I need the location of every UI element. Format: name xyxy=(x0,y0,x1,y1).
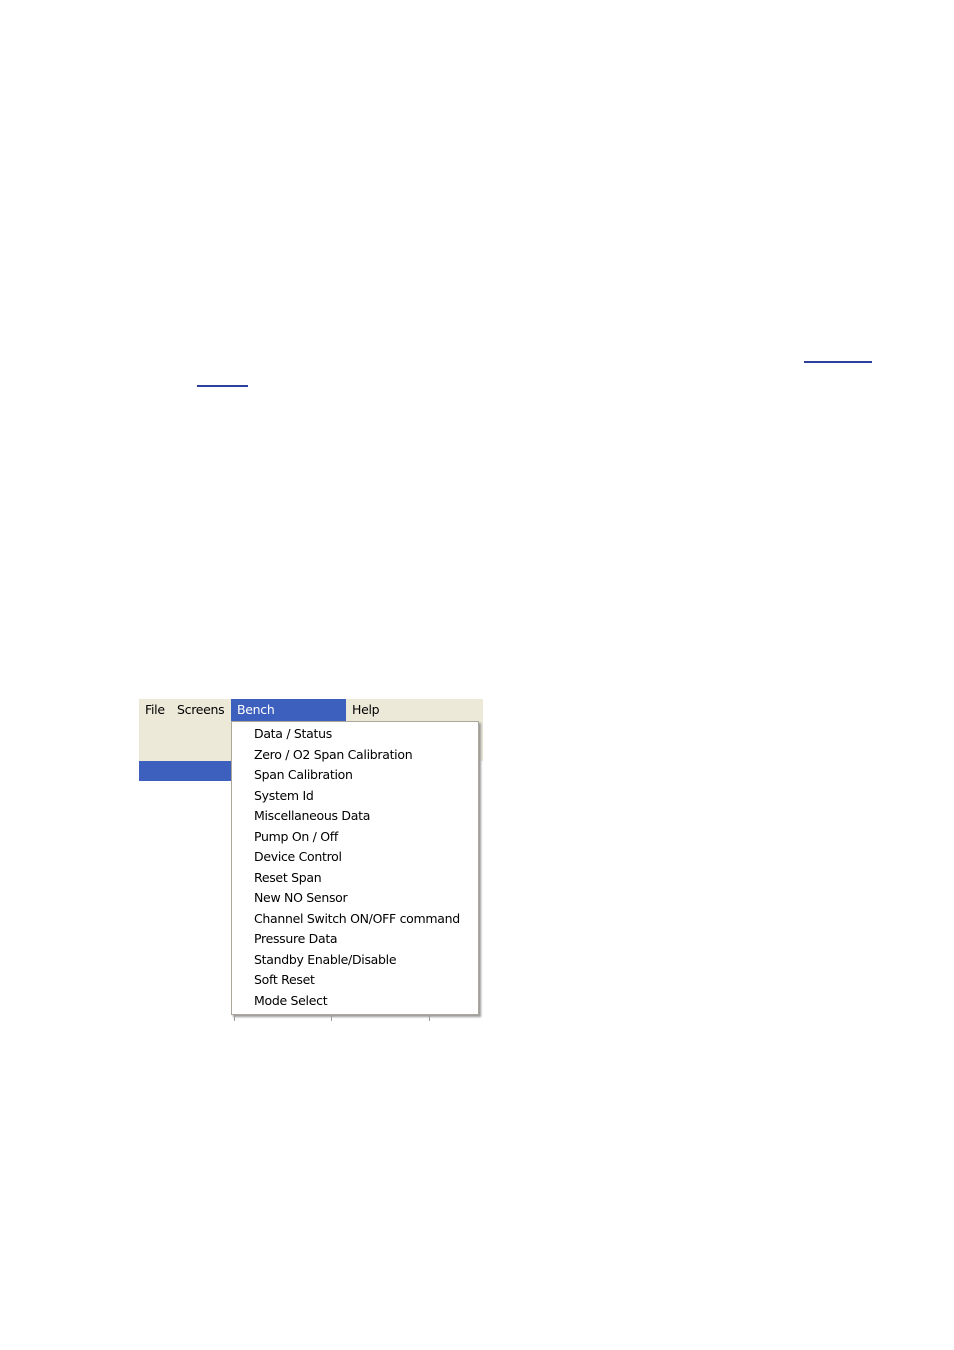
menu-screens[interactable]: Screens xyxy=(171,699,230,721)
menu-item-span-calibration[interactable]: Span Calibration xyxy=(254,765,353,785)
menu-item-reset-span[interactable]: Reset Span xyxy=(254,868,322,888)
menu-item-miscellaneous-data[interactable]: Miscellaneous Data xyxy=(254,806,370,826)
menu-item-new-no-sensor[interactable]: New NO Sensor xyxy=(254,888,348,908)
menu-item-system-id[interactable]: System Id xyxy=(254,786,314,806)
menu-help[interactable]: Help xyxy=(346,699,385,721)
menu-item-device-control[interactable]: Device Control xyxy=(254,847,342,867)
menu-file[interactable]: File xyxy=(139,699,171,721)
menu-item-standby-enable-disable[interactable]: Standby Enable/Disable xyxy=(254,950,397,970)
grid-line xyxy=(429,1015,430,1021)
menu-item-mode-select[interactable]: Mode Select xyxy=(254,991,328,1011)
hyperlink-underline[interactable] xyxy=(197,385,248,387)
menu-item-pressure-data[interactable]: Pressure Data xyxy=(254,929,338,949)
menu-item-soft-reset[interactable]: Soft Reset xyxy=(254,970,315,990)
grid-line xyxy=(234,1015,235,1021)
bench-commands-dropdown: Data / Status Zero / O2 Span Calibration… xyxy=(231,721,479,1015)
menu-item-zero-o2-span-calibration[interactable]: Zero / O2 Span Calibration xyxy=(254,745,413,765)
menu-item-data-status[interactable]: Data / Status xyxy=(254,724,332,744)
grid-line xyxy=(331,1015,332,1021)
toolbar-area xyxy=(139,721,231,761)
menu-bench-commands[interactable]: Bench Commands xyxy=(231,699,346,739)
menu-item-channel-switch[interactable]: Channel Switch ON/OFF command xyxy=(254,909,460,929)
hyperlink-underline[interactable] xyxy=(804,361,872,363)
selected-row-bar xyxy=(139,761,231,781)
menu-item-pump-on-off[interactable]: Pump On / Off xyxy=(254,827,338,847)
menu-bar: File Screens Bench Commands Help xyxy=(139,699,483,739)
toolbar-area-right xyxy=(479,721,483,761)
embedded-screenshot: File Screens Bench Commands Help Data / … xyxy=(139,699,483,1024)
